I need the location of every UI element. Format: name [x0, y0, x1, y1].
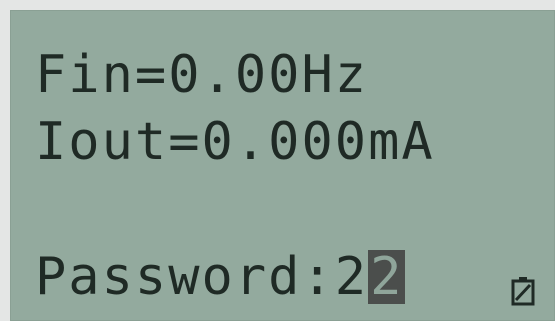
battery-icon [511, 277, 535, 306]
password-line[interactable]: Password:22 [35, 247, 406, 307]
current-readout: Iout=0.000mA [35, 112, 435, 172]
password-entered-digits: 2 [334, 247, 369, 307]
lcd-screen: Fin=0.00Hz Iout=0.000mA Password:22 [10, 10, 555, 321]
password-cursor-digit[interactable]: 2 [368, 250, 406, 304]
password-label: Password: [35, 247, 335, 307]
frequency-readout: Fin=0.00Hz [35, 45, 369, 105]
